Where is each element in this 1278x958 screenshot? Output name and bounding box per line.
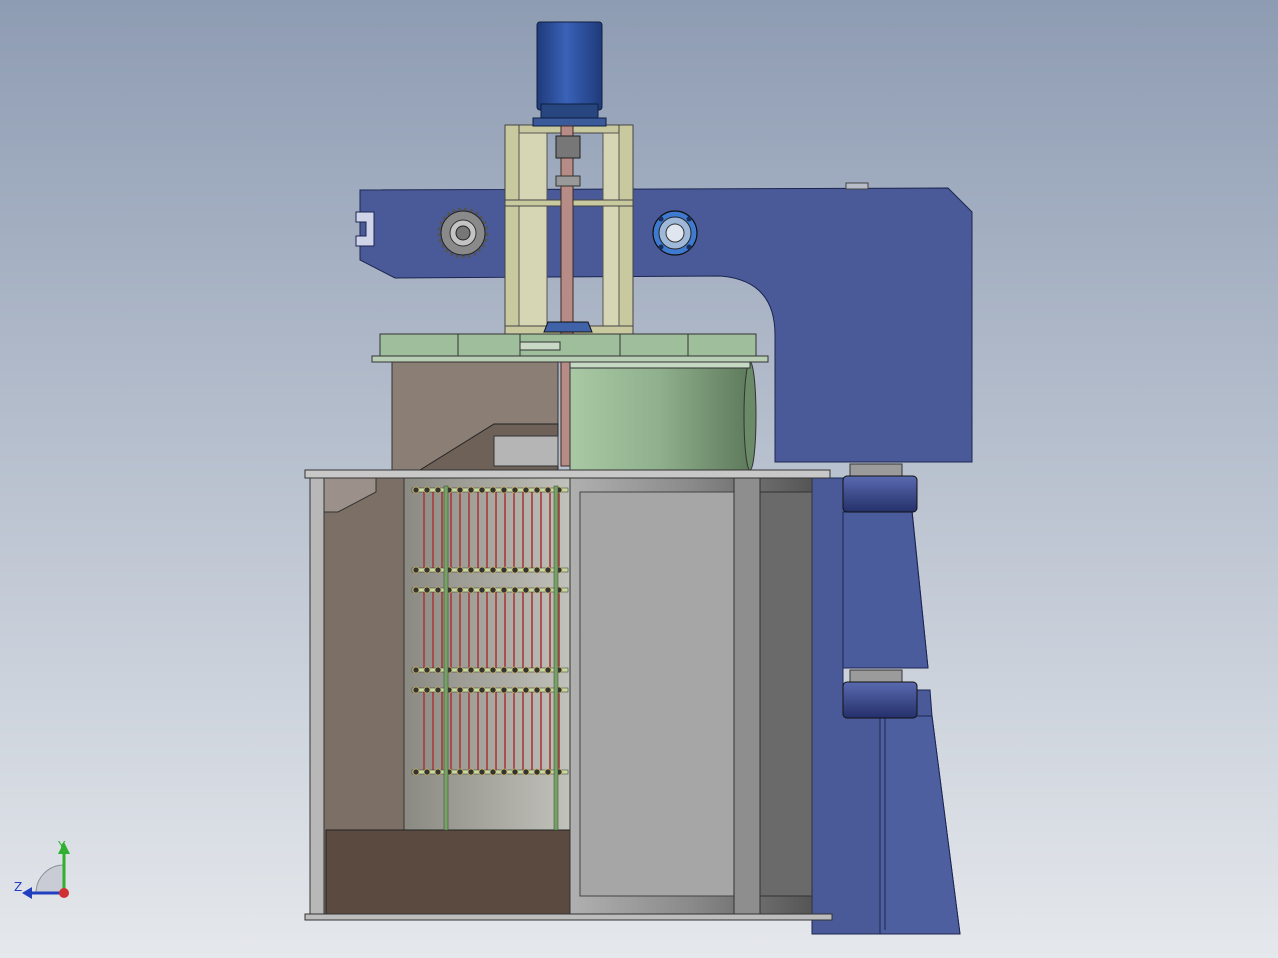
bearing-flange[interactable] [652, 210, 698, 256]
heater-terminal [522, 586, 530, 594]
heater-terminal [423, 486, 431, 494]
heater-terminal [423, 666, 431, 674]
y-axis-label: Y [57, 839, 66, 853]
heater-terminal [489, 566, 497, 574]
cad-viewport[interactable]: Y Z [0, 0, 1278, 958]
heater-terminal [467, 566, 475, 574]
heater-terminal [434, 566, 442, 574]
heater-terminal [544, 666, 552, 674]
heater-terminal [511, 666, 519, 674]
heater-terminal [489, 586, 497, 594]
heater-terminal [500, 666, 508, 674]
heater-terminal [434, 586, 442, 594]
heater-terminal [511, 586, 519, 594]
heater-terminal [533, 666, 541, 674]
heater-terminal [478, 486, 486, 494]
drive-motor[interactable] [532, 21, 607, 127]
support-rod [553, 485, 559, 831]
heater-terminal [434, 486, 442, 494]
heater-terminal [533, 566, 541, 574]
heater-terminal [456, 686, 464, 694]
furnace-shell[interactable] [304, 469, 833, 921]
support-rod [443, 485, 449, 831]
heater-terminal [522, 768, 530, 776]
heater-terminal [533, 768, 541, 776]
heater-terminal [500, 566, 508, 574]
heater-terminal [423, 686, 431, 694]
heater-terminal [489, 486, 497, 494]
heater-terminal [489, 666, 497, 674]
heater-terminal [544, 566, 552, 574]
heater-terminal [456, 666, 464, 674]
heater-terminal [456, 586, 464, 594]
heater-terminal [423, 566, 431, 574]
z-axis-label: Z [14, 880, 22, 894]
heater-terminal [423, 586, 431, 594]
heater-terminal [412, 486, 420, 494]
heater-terminal [500, 768, 508, 776]
heater-terminal [478, 686, 486, 694]
heater-terminal [467, 768, 475, 776]
heater-terminal [511, 686, 519, 694]
heater-terminal [434, 768, 442, 776]
cad-assembly-drawing[interactable]: Y Z [0, 0, 1278, 958]
drum[interactable] [569, 361, 757, 471]
heater-terminal [456, 768, 464, 776]
heater-terminal [522, 486, 530, 494]
heater-terminal [533, 686, 541, 694]
heater-terminal [412, 666, 420, 674]
heater-terminal [522, 566, 530, 574]
heater-terminal [434, 666, 442, 674]
heater-terminal [412, 686, 420, 694]
heater-terminal [478, 768, 486, 776]
heater-terminal [478, 666, 486, 674]
heater-terminal [544, 768, 552, 776]
heater-terminal [533, 586, 541, 594]
heater-terminal [467, 586, 475, 594]
lid-plate[interactable] [371, 333, 769, 363]
heater-terminal [423, 768, 431, 776]
upper-chamber[interactable] [391, 361, 559, 471]
heater-terminal [467, 686, 475, 694]
heater-terminal [456, 486, 464, 494]
heater-terminal [544, 486, 552, 494]
heater-terminal [511, 768, 519, 776]
heater-terminal [434, 686, 442, 694]
heater-terminal [544, 686, 552, 694]
heater-terminal [522, 666, 530, 674]
x-axis-dot [59, 888, 69, 898]
heater-terminal [500, 486, 508, 494]
heater-terminal [544, 586, 552, 594]
heater-terminal [522, 686, 530, 694]
heater-terminal [412, 566, 420, 574]
heater-terminal [456, 566, 464, 574]
heater-terminal [478, 566, 486, 574]
heater-terminal [489, 686, 497, 694]
heater-terminal [533, 486, 541, 494]
heater-terminal [478, 586, 486, 594]
heater-terminal [511, 566, 519, 574]
heater-terminal [412, 586, 420, 594]
heater-terminal [500, 686, 508, 694]
heater-terminal [511, 486, 519, 494]
heater-terminal [412, 768, 420, 776]
heater-terminal [467, 486, 475, 494]
heater-terminal [467, 666, 475, 674]
heater-terminal [489, 768, 497, 776]
heater-terminal [500, 586, 508, 594]
